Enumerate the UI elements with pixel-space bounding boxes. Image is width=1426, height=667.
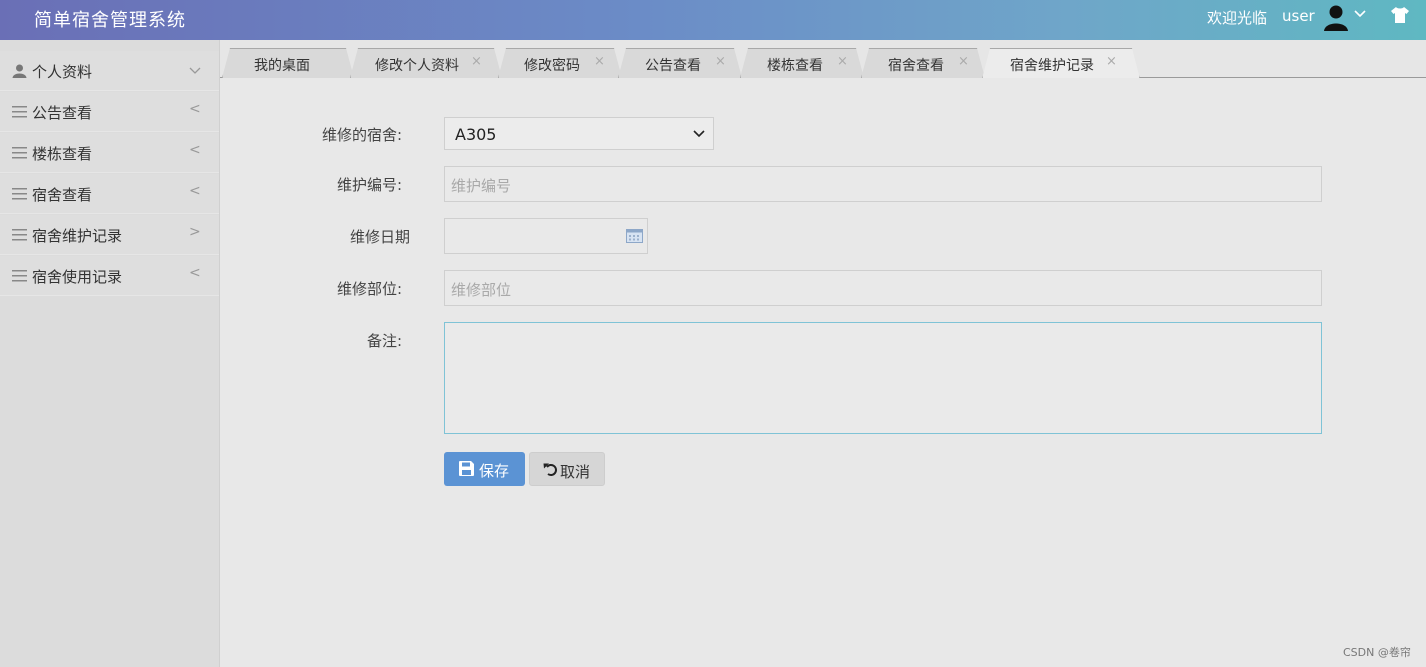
sidebar-item-label: 宿舍维护记录 xyxy=(32,227,123,245)
chevron-left-icon: < xyxy=(189,101,201,117)
tab-desktop[interactable]: 我的桌面 xyxy=(222,48,354,78)
chevron-down-icon xyxy=(189,67,201,74)
close-icon[interactable]: × xyxy=(471,54,482,69)
sidebar-item-dorms[interactable]: 宿舍查看 < xyxy=(0,174,219,214)
save-button[interactable]: 保存 xyxy=(444,452,525,486)
tab-label: 公告查看 xyxy=(645,58,701,74)
chevron-left-icon: < xyxy=(189,142,201,158)
chevron-left-icon: < xyxy=(189,265,201,281)
chevron-right-icon: > xyxy=(189,224,201,240)
cancel-button[interactable]: 取消 xyxy=(529,452,605,486)
sidebar-item-profile[interactable]: 个人资料 xyxy=(0,51,219,91)
sidebar-item-label: 宿舍查看 xyxy=(32,186,93,204)
app-title: 简单宿舍管理系统 xyxy=(34,10,186,31)
part-label: 维修部位: xyxy=(336,280,402,298)
cancel-button-label: 取消 xyxy=(560,463,591,481)
code-placeholder: 维护编号 xyxy=(451,177,512,195)
tab-label: 修改密码 xyxy=(524,58,580,74)
user-icon xyxy=(12,64,27,78)
tab-buildings[interactable]: 楼栋查看 × xyxy=(740,48,864,78)
watermark: CSDN @卷帘 xyxy=(1343,646,1411,659)
avatar-icon[interactable] xyxy=(1322,3,1350,31)
dorm-label: 维修的宿舍: xyxy=(321,126,402,144)
undo-icon xyxy=(543,463,557,476)
close-icon[interactable]: × xyxy=(715,54,726,69)
close-icon[interactable]: × xyxy=(837,54,848,69)
remark-label: 备注: xyxy=(366,332,402,350)
sidebar-item-label: 楼栋查看 xyxy=(32,145,93,163)
sidebar-item-maintenance[interactable]: 宿舍维护记录 > xyxy=(0,215,219,255)
sidebar-item-usage[interactable]: 宿舍使用记录 < xyxy=(0,256,219,296)
repair-part-input[interactable]: 维修部位 xyxy=(444,270,1322,306)
maintenance-code-input[interactable]: 维护编号 xyxy=(444,166,1322,202)
tab-label: 修改个人资料 xyxy=(375,58,459,74)
tab-label: 宿舍查看 xyxy=(888,58,944,74)
theme-shirt-icon[interactable] xyxy=(1390,6,1410,24)
part-placeholder: 维修部位 xyxy=(451,281,512,299)
menu-icon xyxy=(12,188,27,200)
tab-label: 宿舍维护记录 xyxy=(1010,58,1094,74)
chevron-left-icon: < xyxy=(189,183,201,199)
sidebar-item-label: 宿舍使用记录 xyxy=(32,268,123,286)
tab-label: 楼栋查看 xyxy=(767,58,823,74)
username[interactable]: user xyxy=(1282,7,1315,25)
maintenance-date-input[interactable] xyxy=(444,218,648,254)
top-header: 简单宿舍管理系统 欢迎光临 user xyxy=(0,0,1426,40)
welcome-text: 欢迎光临 xyxy=(1207,9,1268,27)
sidebar-item-label: 公告查看 xyxy=(32,104,93,122)
tab-change-password[interactable]: 修改密码 × xyxy=(498,48,622,78)
tab-label: 我的桌面 xyxy=(254,58,310,74)
chevron-down-icon[interactable] xyxy=(1354,8,1366,20)
tab-dorms[interactable]: 宿舍查看 × xyxy=(861,48,985,78)
sidebar-item-buildings[interactable]: 楼栋查看 < xyxy=(0,133,219,173)
code-label: 维护编号: xyxy=(336,176,402,194)
close-icon[interactable]: × xyxy=(958,54,969,69)
floppy-disk-icon xyxy=(459,461,474,476)
close-icon[interactable]: × xyxy=(594,54,605,69)
menu-icon xyxy=(12,229,27,241)
date-label: 维修日期 xyxy=(349,228,410,246)
dorm-select-value: A305 xyxy=(455,125,497,144)
tab-notices[interactable]: 公告查看 × xyxy=(618,48,742,78)
tab-maintenance-records[interactable]: 宿舍维护记录 × xyxy=(982,48,1140,79)
close-icon[interactable]: × xyxy=(1106,54,1117,69)
tab-bar: 我的桌面 修改个人资料 × 修改密码 × 公告查看 × 楼栋查看 × 宿舍查看 … xyxy=(220,40,1426,78)
menu-icon xyxy=(12,106,27,118)
menu-icon xyxy=(12,270,27,282)
chevron-down-icon xyxy=(693,130,705,138)
tab-edit-profile[interactable]: 修改个人资料 × xyxy=(350,48,502,78)
save-button-label: 保存 xyxy=(479,462,510,480)
sidebar-item-label: 个人资料 xyxy=(32,63,93,81)
calendar-icon[interactable] xyxy=(626,229,643,243)
remark-textarea[interactable] xyxy=(444,322,1322,434)
dorm-select[interactable]: A305 xyxy=(444,117,714,150)
menu-icon xyxy=(12,147,27,159)
sidebar: 个人资料 公告查看 < 楼栋查看 < 宿舍查看 < 宿舍维护记录 > 宿舍使用记… xyxy=(0,40,220,667)
sidebar-item-notices[interactable]: 公告查看 < xyxy=(0,92,219,132)
